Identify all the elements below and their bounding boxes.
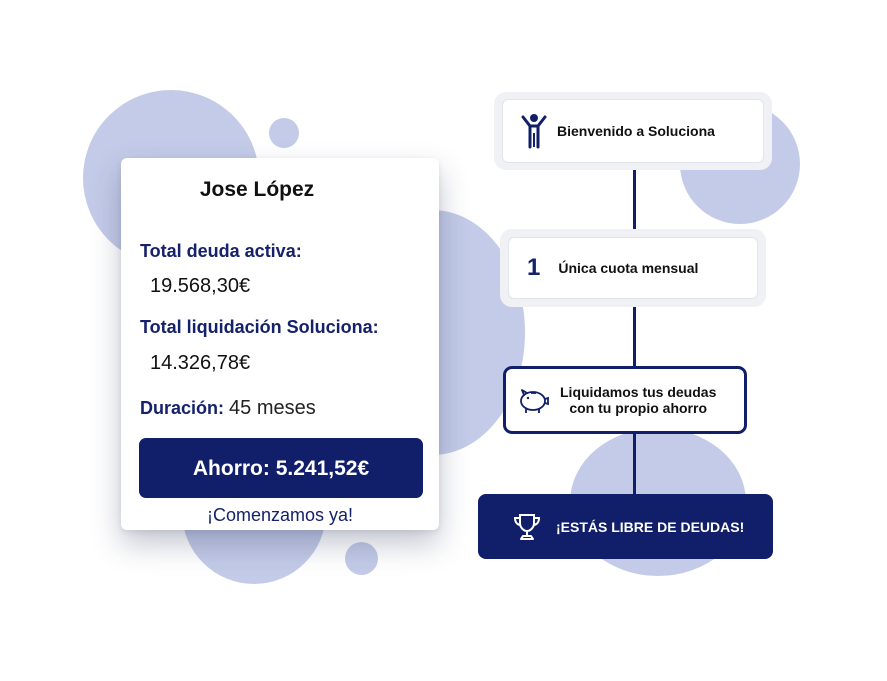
client-name: Jose López — [199, 178, 315, 201]
trophy-icon — [512, 512, 542, 542]
total-debt-value: 19.568,30€ — [150, 275, 251, 297]
step-single-payment: 1 Única cuota mensual — [508, 237, 758, 299]
step-debt-free: ¡ESTÁS LIBRE DE DEUDAS! — [478, 494, 773, 559]
duration-row: Duración: 45 meses — [140, 397, 316, 420]
step-liquidate-savings: Liquidamos tus deudas con tu propio ahor… — [503, 366, 747, 434]
liquidation-value: 14.326,78€ — [150, 352, 251, 374]
person-arms-up-icon — [521, 113, 547, 149]
step-welcome: Bienvenido a Soluciona — [502, 99, 764, 163]
step-single-payment-text: Única cuota mensual — [558, 260, 699, 276]
total-debt-label: Total deuda activa: — [140, 241, 302, 261]
duration-value: 45 meses — [229, 397, 316, 419]
step-liquidate-text: Liquidamos tus deudas con tu propio ahor… — [560, 384, 716, 416]
step-debt-free-text: ¡ESTÁS LIBRE DE DEUDAS! — [556, 518, 745, 535]
start-now-link[interactable]: ¡Comenzamos ya! — [121, 505, 439, 526]
savings-button[interactable]: Ahorro: 5.241,52€ — [139, 438, 423, 498]
step-liquidate-line-2: con tu propio ahorro — [569, 400, 707, 416]
duration-label: Duración: — [140, 398, 225, 418]
decorative-circle-small-bottom — [345, 542, 378, 575]
step-number-one: 1 — [527, 254, 541, 281]
flow-connector-line — [633, 160, 636, 500]
step-liquidate-line-1: Liquidamos tus deudas — [560, 384, 717, 400]
liquidation-label: Total liquidación Soluciona: — [140, 317, 379, 337]
decorative-circle-small-top — [269, 118, 299, 148]
step-welcome-text: Bienvenido a Soluciona — [557, 123, 715, 139]
piggy-bank-icon — [516, 385, 550, 415]
debt-summary-card: Jose López Total deuda activa: 19.568,30… — [121, 158, 439, 530]
